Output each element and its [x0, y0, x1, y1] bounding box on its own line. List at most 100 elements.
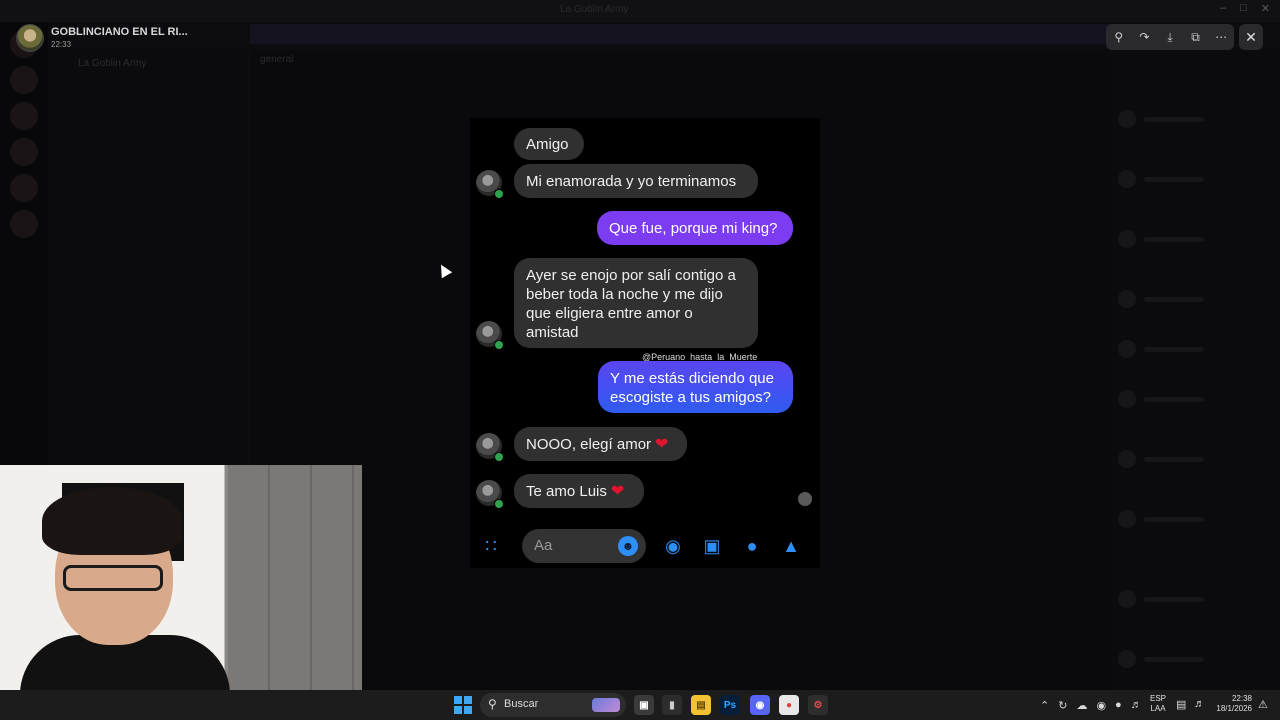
language-code: ESP	[1150, 694, 1167, 703]
member-row	[1118, 650, 1268, 670]
system-tray: ⌃ ↻ ☁ ◉ ● ♬	[1040, 690, 1142, 720]
message-line: Ayer se enojo por salí contigo a	[526, 267, 736, 284]
member-row	[1118, 290, 1268, 310]
volume-icon[interactable]: ♬	[1131, 699, 1142, 711]
sync-icon[interactable]: ↻	[1058, 699, 1067, 712]
heart-icon: ❤	[655, 435, 669, 453]
member-list	[1110, 50, 1280, 690]
image-viewer-header: GOBLINCIANO EN EL RI... 22:33 ⚲ ↷ ⤓ ⧉ ⋯ …	[0, 22, 1280, 52]
chrome-icon[interactable]: ●	[779, 695, 799, 715]
search-label: Buscar	[504, 698, 539, 710]
message-bubble-sent: Y me estás diciendo que escogiste a tus …	[598, 361, 793, 413]
message-bubble: Mi enamorada y yo terminamos	[514, 164, 758, 198]
server-icon[interactable]	[10, 66, 38, 94]
message-text: Te amo Luis	[526, 482, 607, 500]
message-bubble: Ayer se enojo por salí contigo a beber t…	[514, 258, 758, 348]
windows-start-icon[interactable]	[454, 696, 472, 714]
message-bubble: Te amo Luis ❤	[514, 474, 644, 508]
download-icon[interactable]: ⤓	[1161, 28, 1179, 46]
minimize-icon[interactable]: –	[1220, 2, 1226, 15]
webcam-person-hair	[42, 487, 182, 555]
search-icon: ⚲	[488, 697, 497, 711]
speaker-icon[interactable]: ♬	[1194, 698, 1205, 710]
clock-time: 22:38	[1231, 694, 1252, 703]
maximize-icon[interactable]: □	[1240, 2, 1247, 15]
message-text: NOOO, elegí amor	[526, 435, 652, 453]
clock-date: 18/1/2026	[1216, 704, 1252, 713]
gallery-icon[interactable]: ▣	[700, 534, 724, 558]
message-line: que eligiera entre amor o	[526, 305, 693, 322]
close-icon[interactable]: ✕	[1239, 24, 1263, 50]
background-window-title: La Goblin Army	[560, 4, 629, 15]
message-text: Que fue, porque mi king?	[609, 219, 778, 237]
like-icon[interactable]: ▲	[779, 534, 803, 558]
member-row	[1118, 110, 1268, 130]
online-indicator	[494, 452, 504, 462]
message-text: Mi enamorada y yo terminamos	[526, 172, 737, 190]
apps-grid-icon[interactable]: ∷	[479, 534, 503, 558]
server-icon[interactable]	[10, 102, 38, 130]
message-line: beber toda la noche y me dijo	[526, 286, 723, 303]
taskbar: ⚲ Buscar ▣ ▮ ▤ Ps ◉ ● ⚙ ⌃ ↻ ☁ ◉ ● ♬ ESP …	[0, 690, 1280, 720]
viewer-toolbar: ⚲ ↷ ⤓ ⧉ ⋯	[1106, 24, 1234, 50]
steam-icon[interactable]: ⚙	[808, 695, 828, 715]
webcam-wardrobe	[228, 465, 362, 690]
online-indicator	[494, 499, 504, 509]
sender-name[interactable]: GOBLINCIANO EN EL RI...	[51, 26, 188, 38]
server-icon[interactable]	[10, 138, 38, 166]
webcam-overlay	[0, 465, 362, 690]
member-row	[1118, 170, 1268, 190]
task-view-icon[interactable]: ▣	[634, 695, 654, 715]
app-icon[interactable]: ▮	[662, 695, 682, 715]
discord-icon[interactable]: ◉	[750, 695, 770, 715]
online-indicator	[494, 189, 504, 199]
camera-icon[interactable]: ◉	[661, 534, 685, 558]
sender-timestamp: 22:33	[51, 40, 72, 49]
zoom-icon[interactable]: ⚲	[1110, 28, 1128, 46]
message-text: Amigo	[526, 135, 569, 153]
share-icon[interactable]: ↷	[1135, 28, 1153, 46]
microphone-tray-icon[interactable]: ●	[1115, 699, 1122, 711]
compose-bar: ∷ Aa ☻ ◉ ▣ ● ▲	[470, 526, 820, 568]
search-highlight-icon	[592, 698, 620, 712]
member-row	[1118, 510, 1268, 530]
heart-icon: ❤	[610, 482, 625, 500]
microphone-icon[interactable]: ●	[740, 534, 764, 558]
server-name: La Goblin Army	[78, 58, 147, 69]
cloud-icon[interactable]: ☁	[1076, 699, 1087, 712]
emoji-icon[interactable]: ☻	[618, 536, 638, 556]
network-icon[interactable]: ▤	[1176, 698, 1186, 711]
message-line: escogiste a tus amigos?	[610, 389, 771, 406]
window-controls[interactable]: – □ ✕	[1220, 2, 1270, 15]
message-line: Y me estás diciendo que	[610, 370, 774, 387]
member-row	[1118, 590, 1268, 610]
file-explorer-icon[interactable]: ▤	[691, 695, 711, 715]
more-icon[interactable]: ⋯	[1212, 28, 1230, 46]
open-external-icon[interactable]: ⧉	[1187, 28, 1205, 46]
member-row	[1118, 230, 1268, 250]
member-row	[1118, 340, 1268, 360]
member-row	[1118, 450, 1268, 470]
webcam-person-glasses	[63, 565, 163, 591]
photoshop-icon[interactable]: Ps	[720, 695, 740, 715]
message-bubble: Amigo	[514, 128, 584, 160]
seen-avatar	[798, 492, 812, 506]
notification-bell-icon[interactable]: ⚠	[1258, 698, 1268, 711]
server-icon[interactable]	[10, 174, 38, 202]
online-indicator	[494, 340, 504, 350]
sender-avatar[interactable]	[16, 24, 44, 52]
message-bubble: NOOO, elegí amor ❤	[514, 427, 687, 461]
window-close-icon[interactable]: ✕	[1261, 2, 1270, 15]
message-bubble-sent: Que fue, porque mi king?	[597, 211, 793, 245]
member-row	[1118, 390, 1268, 410]
server-icon[interactable]	[10, 210, 38, 238]
keyboard-layout: LAA	[1150, 704, 1166, 713]
xbox-icon[interactable]: ◉	[1096, 699, 1106, 712]
language-indicator[interactable]: ESP LAA	[1150, 694, 1166, 714]
chevron-up-icon[interactable]: ⌃	[1040, 699, 1049, 712]
taskbar-clock[interactable]: 22:38 18/1/2026	[1212, 694, 1252, 714]
message-line: amistad	[526, 324, 579, 341]
taskbar-search[interactable]: ⚲ Buscar	[480, 693, 626, 717]
background-titlebar: La Goblin Army – □ ✕	[0, 0, 1280, 22]
channel-header: general	[260, 54, 294, 65]
